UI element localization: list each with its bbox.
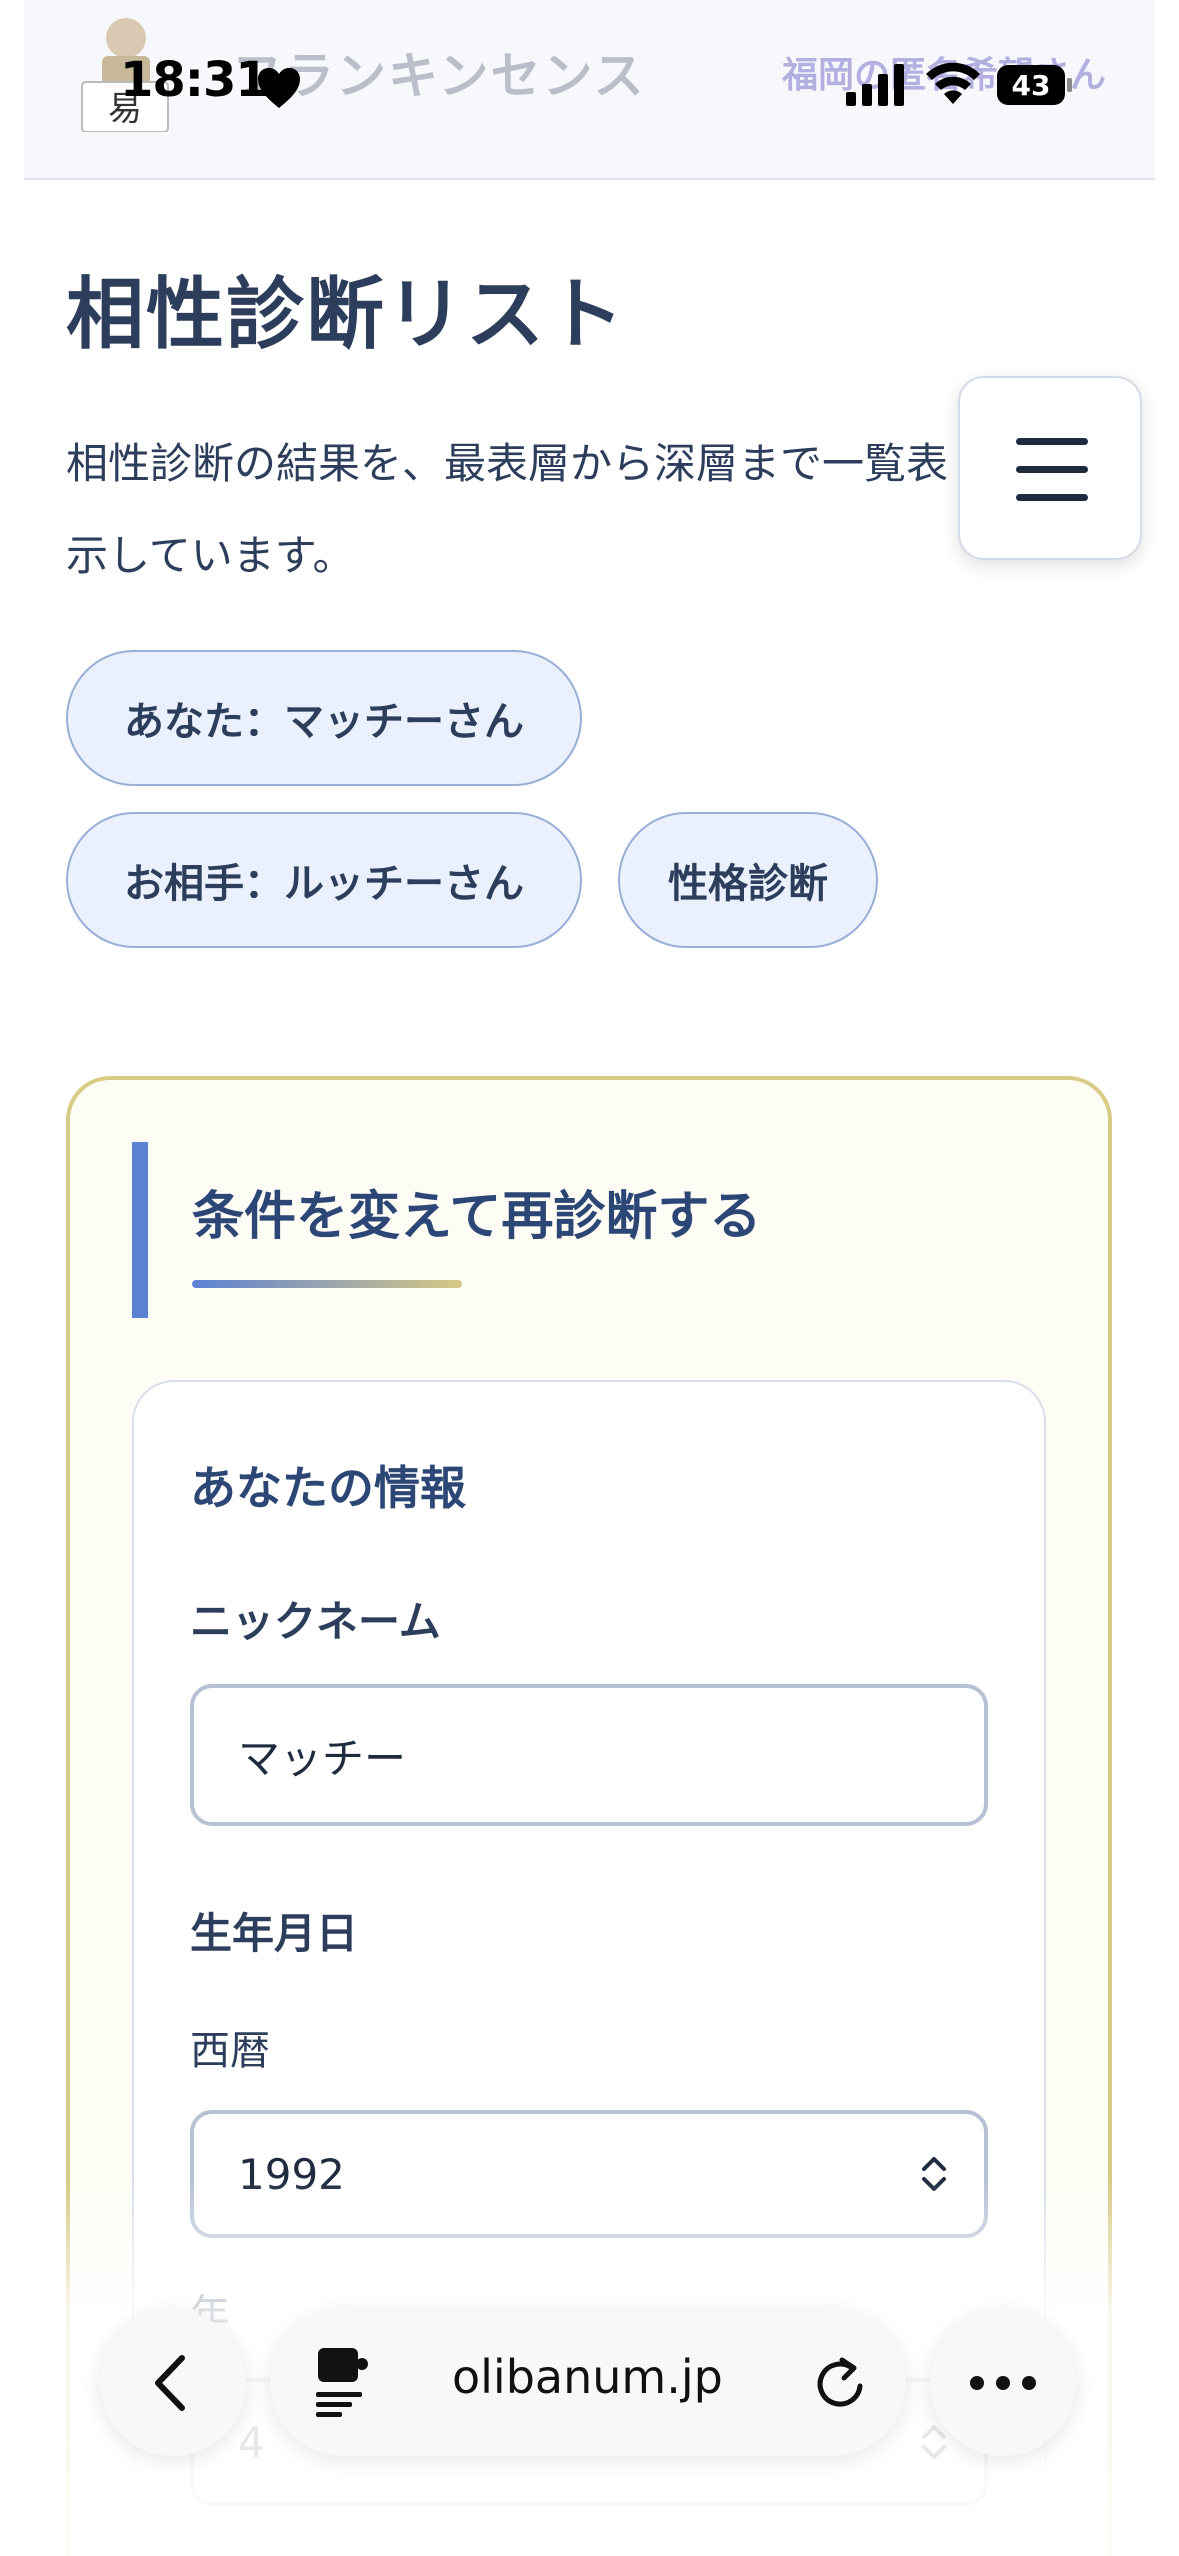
page-description: 相性診断の結果を、最表層から深層まで一覧表示しています。 [66, 439, 949, 580]
rediagnose-title: 条件を変えて再診断する [192, 1187, 762, 1247]
your-info-title: あなたの情報 [190, 1461, 466, 1515]
heart-icon [258, 68, 300, 108]
nickname-value: マッチー [238, 1733, 407, 1783]
year-label: 西暦 [190, 2028, 270, 2074]
title-underline [192, 1280, 462, 1288]
url-text[interactable]: olibanum.jp [452, 2350, 723, 2404]
battery-level: 43 [1012, 69, 1051, 102]
tag-partner[interactable]: お相手：ルッチーさん [66, 812, 582, 948]
tag-personality[interactable]: 性格診断 [618, 812, 878, 948]
reload-icon[interactable] [812, 2354, 868, 2412]
signal-icon [846, 64, 904, 106]
panel-accent-bar [132, 1142, 148, 1318]
page-title: 相性診断リスト [66, 270, 627, 360]
menu-button[interactable] [958, 376, 1142, 560]
status-time: 18:31 [120, 52, 269, 108]
more-button[interactable] [930, 2310, 1076, 2456]
chevron-left-icon [155, 2355, 185, 2411]
birthdate-label: 生年月日 [190, 1909, 359, 1958]
battery-icon: 43 [997, 65, 1072, 105]
puzzle-icon[interactable] [314, 2344, 368, 2420]
nickname-label: ニックネーム [190, 1597, 441, 1646]
wifi-icon [926, 62, 980, 104]
nickname-input[interactable]: マッチー [190, 1684, 988, 1826]
more-icon [970, 2376, 1036, 2390]
back-button[interactable] [100, 2310, 246, 2456]
tag-you[interactable]: あなた：マッチーさん [66, 650, 582, 786]
